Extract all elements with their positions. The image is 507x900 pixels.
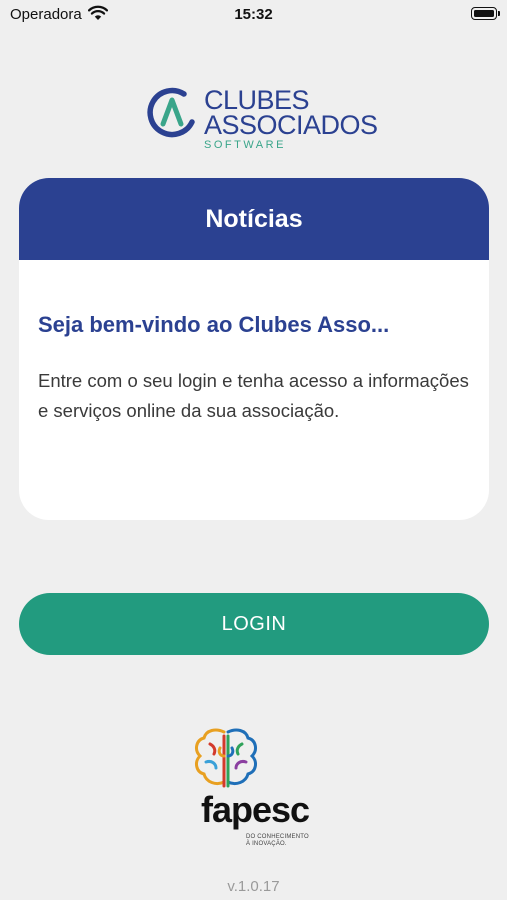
sponsor-name: fapesc [200,789,310,830]
news-card[interactable]: Notícias Seja bem-vindo ao Clubes Asso..… [19,178,489,520]
logo-subtitle: SOFTWARE [204,139,286,151]
sponsor-tagline: DO CONHECIMENTO À INOVAÇÃO. [246,834,326,848]
logo-text-line2: ASSOCIADOS [204,110,378,140]
clock: 15:32 [234,6,273,23]
login-button[interactable]: LOGIN [19,593,489,655]
app-version: v.1.0.17 [227,878,280,895]
fapesc-brain-icon [195,728,257,788]
app-logo: CLUBES ASSOCIADOS SOFTWARE [146,84,378,156]
sponsor-tagline-line2: À INOVAÇÃO. [246,841,287,847]
sponsor-tagline-line1: DO CONHECIMENTO [246,834,309,840]
status-bar: Operadora 15:32 [0,0,507,30]
login-button-label: LOGIN [221,612,287,635]
news-item-title[interactable]: Seja bem-vindo ao Clubes Asso... [38,312,468,338]
news-header-title: Notícias [205,204,303,233]
battery-icon [471,7,500,20]
clubes-logo-icon [147,87,195,138]
news-card-header: Notícias [19,178,489,260]
news-item-body: Entre com o seu login e tenha acesso a i… [38,370,469,421]
